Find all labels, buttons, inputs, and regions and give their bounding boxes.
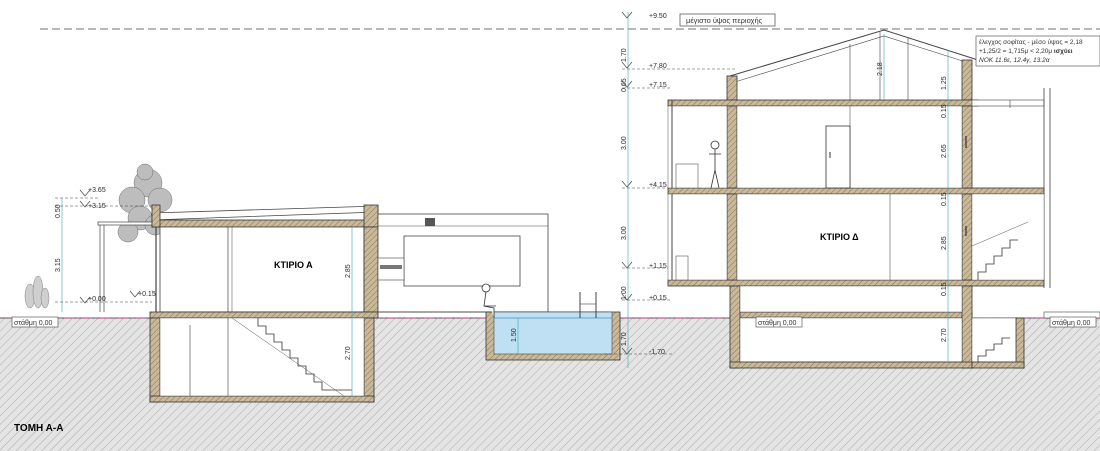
dim-100: 1.00 — [621, 286, 628, 300]
dim-315: 3.15 — [55, 258, 62, 272]
level-plus950: +9.50 — [649, 13, 667, 20]
level-plus715: +7.15 — [649, 82, 667, 89]
level-plus780: +7.80 — [649, 63, 667, 70]
roof-check-line3: ΝΟΚ 11.6ε, 12.4γ, 13.2α — [979, 57, 1050, 64]
dim-015b: 0.15 — [941, 192, 948, 206]
svg-text:+1,25/2 = 1,715μ < 2,20μ ισχύε: +1,25/2 = 1,715μ < 2,20μ ισχύει — [979, 48, 1073, 55]
datum-label-middle: στάθμη 0,00 — [758, 319, 797, 327]
building-d-label: ΚΤΙΡΙΟ Δ — [820, 232, 859, 242]
dim-015a: 0.15 — [941, 104, 948, 118]
section-drawing: μέγιστο ύψος περιοχής ΚΤΙΡΙΟ Α +3.65 +3.… — [0, 11, 1100, 451]
level-plus000: +0.00 — [88, 296, 106, 303]
roof-check-line2: +1,25/2 = 1,715μ < 2,20μ — [979, 48, 1054, 55]
roof-check-valid: ισχύει — [1054, 48, 1073, 55]
dim-285-right: 2.85 — [941, 236, 948, 250]
section-title: ΤΟΜΗ Α-Α — [14, 423, 63, 434]
dim-270: 2.70 — [345, 346, 352, 360]
max-height-label: μέγιστο ύψος περιοχής — [686, 16, 763, 25]
level-minus170: -1.70 — [649, 349, 665, 356]
level-plus315: +3.15 — [88, 203, 106, 210]
dim-285: 2.85 — [345, 264, 352, 278]
dim-125: 1.25 — [941, 76, 948, 90]
dim-270-right: 2.70 — [941, 328, 948, 342]
dim-170a: 1.70 — [621, 48, 628, 62]
level-plus015-center: +0.15 — [649, 295, 667, 302]
level-plus415: +4.15 — [649, 182, 667, 189]
dim-015c: 0.15 — [941, 282, 948, 296]
building-a-label: ΚΤΙΡΙΟ Α — [274, 260, 313, 270]
pool-depth: 1.50 — [511, 328, 518, 342]
level-plus015: +0.15 — [138, 291, 156, 298]
dim-300a: 3.00 — [621, 136, 628, 150]
dim-065: 0.65 — [621, 78, 628, 92]
datum-label-right: στάθμη 0,00 — [1052, 319, 1091, 327]
datum-label-left: στάθμη 0,00 — [14, 319, 53, 327]
level-plus365: +3.65 — [88, 187, 106, 194]
dim-218: 2.18 — [877, 62, 884, 76]
roof-check-line1: έλεγχος σοφίτας - μέσο ύψος = 2,18 — [979, 38, 1083, 46]
dim-265: 2.65 — [941, 144, 948, 158]
level-plus115: +1.15 — [649, 263, 667, 270]
dim-300b: 3.00 — [621, 226, 628, 240]
roof-check-note: έλεγχος σοφίτας - μέσο ύψος = 2,18 +1,25… — [975, 35, 1100, 67]
dim-170b: 1.70 — [621, 332, 628, 346]
dim-050: 0.50 — [55, 204, 62, 218]
shrub-icon — [24, 275, 50, 309]
